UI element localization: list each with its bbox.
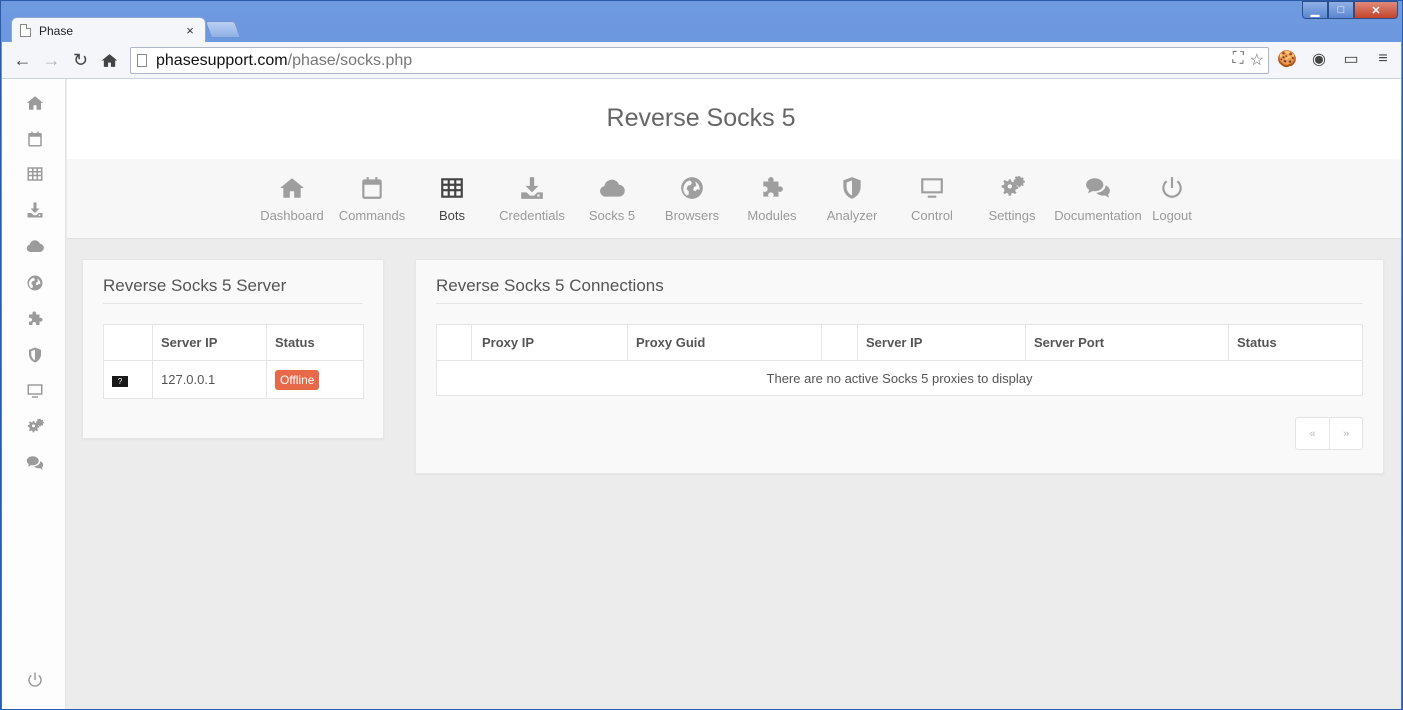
column-header-server-ip: Server IP — [152, 324, 267, 361]
sidebar-cloud-icon[interactable] — [24, 235, 46, 257]
column-header — [103, 324, 153, 361]
comments-icon — [1085, 175, 1111, 201]
home-icon — [279, 175, 305, 201]
nav-settings[interactable]: Settings — [967, 173, 1057, 225]
address-bar[interactable]: phasesupport.com/phase/socks.php ⛶ ☆ — [130, 47, 1269, 74]
nav-commands[interactable]: Commands — [327, 173, 417, 225]
minimize-button[interactable]: ▁ — [1302, 1, 1328, 19]
sidebar-puzzle-icon[interactable] — [24, 308, 46, 330]
column-header-status: Status — [1228, 324, 1363, 361]
bookmark-star-icon[interactable]: ☆ — [1250, 50, 1264, 70]
tab-strip: Phase × ▁ □ ✕ — [1, 1, 1403, 43]
download-icon — [519, 175, 545, 201]
server-ip-cell: 127.0.0.1 — [152, 360, 267, 399]
home-button[interactable] — [95, 45, 124, 75]
server-panel-title: Reverse Socks 5 Server — [103, 276, 287, 295]
page-info-icon — [137, 54, 147, 67]
sidebar — [2, 79, 66, 709]
new-tab-button[interactable] — [204, 21, 242, 38]
column-header-server-port: Server Port — [1025, 324, 1229, 361]
translate-icon[interactable]: ⛶ — [1232, 50, 1243, 70]
pager-prev-button[interactable]: « — [1296, 418, 1329, 449]
sidebar-table-icon[interactable] — [24, 163, 46, 185]
sidebar-download-icon[interactable] — [24, 199, 46, 221]
sidebar-globe-icon[interactable] — [24, 272, 46, 294]
monitor-icon — [919, 175, 945, 201]
extension-globe-icon[interactable]: ◉ — [1307, 47, 1331, 71]
nav-dashboard[interactable]: Dashboard — [247, 173, 337, 225]
divider — [436, 303, 1363, 304]
globe-icon — [679, 175, 705, 201]
forward-button[interactable]: → — [37, 45, 66, 75]
status-unknown-icon-cell: ? — [103, 360, 153, 399]
connections-table: Proxy IP Proxy Guid Server IP Server Por… — [436, 324, 1363, 396]
cloud-icon — [599, 175, 625, 201]
page-header: Reverse Socks 5 — [67, 79, 1401, 159]
server-table: Server IP Status ? 127.0.0.1 Offline — [103, 324, 364, 399]
pager-next-button[interactable]: » — [1329, 418, 1362, 449]
nav-modules[interactable]: Modules — [727, 173, 817, 225]
sidebar-power-icon[interactable] — [24, 669, 46, 691]
nav-credentials[interactable]: Credentials — [487, 173, 577, 225]
close-window-button[interactable]: ✕ — [1354, 1, 1398, 19]
main-navigation: Dashboard Commands Bots Credentials Sock… — [67, 159, 1401, 239]
puzzle-icon — [759, 175, 785, 201]
table-row[interactable]: ? 127.0.0.1 Offline — [103, 360, 364, 399]
column-header — [821, 324, 858, 361]
page-content: Reverse Socks 5 Dashboard Commands Bots … — [2, 79, 1401, 709]
power-icon — [1159, 175, 1185, 201]
connections-panel: Reverse Socks 5 Connections Proxy IP Pro… — [415, 259, 1384, 474]
browser-window: Phase × ▁ □ ✕ ← → ↻ phasesupport.com/pha… — [0, 0, 1403, 710]
pagination: « » — [1295, 417, 1363, 450]
table-header-row: Proxy IP Proxy Guid Server IP Server Por… — [436, 324, 1363, 361]
maximize-button[interactable]: □ — [1328, 1, 1354, 19]
calendar-icon — [359, 175, 385, 201]
nav-analyzer[interactable]: Analyzer — [807, 173, 897, 225]
table-icon — [439, 175, 465, 201]
status-cell: Offline — [266, 360, 364, 399]
reload-button[interactable]: ↻ — [66, 45, 95, 75]
gears-icon — [999, 175, 1025, 201]
back-button[interactable]: ← — [8, 45, 37, 75]
page-icon — [20, 24, 31, 37]
nav-logout[interactable]: Logout — [1127, 173, 1217, 225]
sidebar-gears-icon[interactable] — [24, 416, 46, 438]
tab-title: Phase — [39, 23, 74, 38]
extension-icon[interactable]: 🍪 — [1275, 47, 1299, 71]
browser-toolbar: ← → ↻ phasesupport.com/phase/socks.php ⛶… — [2, 42, 1401, 79]
server-panel: Reverse Socks 5 Server Server IP Status … — [82, 259, 384, 439]
table-row: There are no active Socks 5 proxies to d… — [436, 360, 1363, 396]
table-header-row: Server IP Status — [103, 324, 364, 361]
connections-panel-title: Reverse Socks 5 Connections — [436, 276, 664, 295]
sidebar-shield-icon[interactable] — [24, 344, 46, 366]
cast-icon[interactable]: ▭ — [1339, 47, 1363, 71]
column-header-server-ip: Server IP — [857, 324, 1026, 361]
divider — [103, 303, 363, 304]
nav-bots[interactable]: Bots — [407, 173, 497, 225]
question-icon: ? — [112, 376, 128, 387]
nav-socks5[interactable]: Socks 5 — [567, 173, 657, 225]
column-header — [436, 324, 472, 361]
sidebar-monitor-icon[interactable] — [24, 380, 46, 402]
column-header-status: Status — [266, 324, 364, 361]
column-header-proxy-guid: Proxy Guid — [627, 324, 822, 361]
sidebar-comments-icon[interactable] — [24, 452, 46, 474]
tab-close-button[interactable]: × — [183, 23, 197, 38]
nav-control[interactable]: Control — [887, 173, 977, 225]
nav-browsers[interactable]: Browsers — [647, 173, 737, 225]
window-controls: ▁ □ ✕ — [1302, 1, 1398, 19]
chrome-menu-icon[interactable]: ≡ — [1371, 47, 1395, 71]
shield-icon — [839, 175, 865, 201]
empty-message: There are no active Socks 5 proxies to d… — [436, 360, 1363, 396]
page-title: Reverse Socks 5 — [606, 104, 796, 132]
url-text: phasesupport.com/phase/socks.php — [156, 51, 413, 69]
browser-tab[interactable]: Phase × — [11, 17, 206, 43]
column-header-proxy-ip: Proxy IP — [471, 324, 628, 361]
status-badge: Offline — [275, 369, 320, 390]
